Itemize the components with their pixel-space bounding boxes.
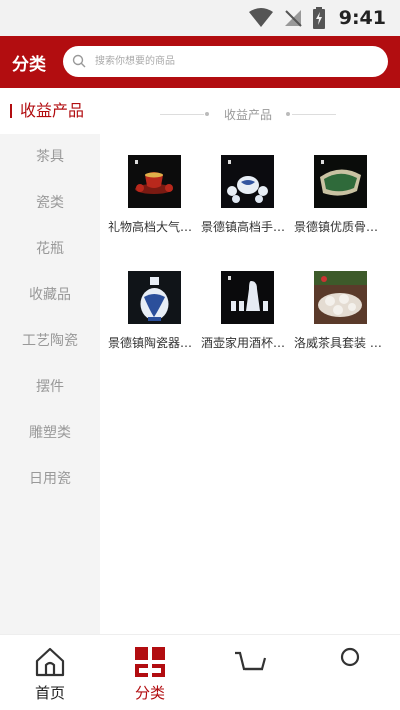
sidebar-item-daily-porcelain[interactable]: 日用瓷 <box>0 456 100 502</box>
home-icon <box>35 647 65 677</box>
product-image <box>128 155 181 208</box>
active-indicator <box>10 104 12 118</box>
no-signal-icon <box>284 10 302 27</box>
product-card[interactable]: 礼物高档大气… <box>108 155 201 235</box>
wifi-icon <box>248 8 273 27</box>
product-image <box>221 271 274 324</box>
cart-icon <box>235 651 267 671</box>
product-image <box>128 271 181 324</box>
product-name: 礼物高档大气… <box>108 220 193 234</box>
product-card[interactable]: 景德镇高档手… <box>201 155 294 235</box>
battery-icon <box>312 7 325 29</box>
product-card[interactable]: 洛威茶具套装 … <box>294 271 387 351</box>
sidebar-item-label: 收益产品 <box>20 101 85 120</box>
status-bar: 9:41 <box>0 0 400 36</box>
sidebar-item-collectibles[interactable]: 收藏品 <box>0 272 100 318</box>
product-name: 酒壶家用酒杯… <box>201 336 286 350</box>
tab-category[interactable]: 分类 <box>100 635 200 710</box>
sidebar-item-ornaments[interactable]: 摆件 <box>0 364 100 410</box>
divider <box>292 114 336 115</box>
product-image <box>314 271 367 324</box>
category-sidebar: 收益产品 茶具 瓷类 花瓶 收藏品 工艺陶瓷 摆件 雕塑类 日用瓷 <box>0 88 100 634</box>
search-icon <box>72 54 86 68</box>
divider-dot <box>286 112 290 116</box>
sidebar-item-tea-sets[interactable]: 茶具 <box>0 134 100 180</box>
product-card[interactable]: 景德镇陶瓷器… <box>108 271 201 351</box>
product-name: 景德镇优质骨… <box>294 220 379 234</box>
profile-icon <box>340 647 360 667</box>
sidebar-item-sculptures[interactable]: 雕塑类 <box>0 410 100 456</box>
sidebar-item-revenue-products[interactable]: 收益产品 <box>0 88 100 134</box>
sidebar-item-vases[interactable]: 花瓶 <box>0 226 100 272</box>
header: 分类 <box>0 36 400 88</box>
search-input[interactable] <box>95 46 375 77</box>
section-title: 收益产品 <box>223 108 272 122</box>
search-box[interactable] <box>63 46 388 77</box>
section-header: 收益产品 <box>100 100 400 128</box>
sidebar-item-craft-ceramics[interactable]: 工艺陶瓷 <box>0 318 100 364</box>
tab-cart[interactable] <box>200 635 300 710</box>
tab-label: 首页 <box>34 684 65 702</box>
tab-profile[interactable] <box>300 635 400 710</box>
product-card[interactable]: 景德镇优质骨… <box>294 155 387 235</box>
product-name: 景德镇高档手… <box>201 220 286 234</box>
product-image <box>221 155 274 208</box>
tab-label: 分类 <box>134 684 165 702</box>
product-image <box>314 155 367 208</box>
tab-home[interactable]: 首页 <box>0 635 100 710</box>
product-name: 景德镇陶瓷器… <box>108 336 193 350</box>
status-time: 9:41 <box>338 7 386 29</box>
sidebar-item-porcelain[interactable]: 瓷类 <box>0 180 100 226</box>
page-title: 分类 <box>12 55 46 75</box>
product-card[interactable]: 酒壶家用酒杯… <box>201 271 294 351</box>
product-name: 洛威茶具套装 … <box>294 336 382 350</box>
category-icon <box>135 647 165 677</box>
bottom-tab-bar: 首页 分类 <box>0 634 400 710</box>
